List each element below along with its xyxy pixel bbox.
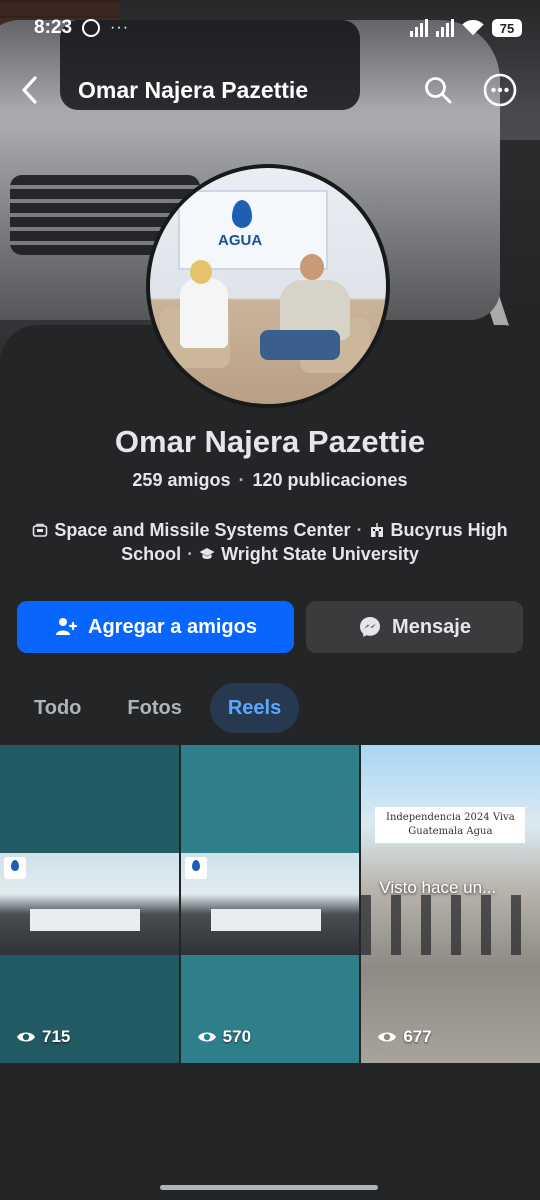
friends-count[interactable]: 259 amigos	[132, 470, 230, 490]
more-notifications-icon: ···	[110, 19, 130, 36]
whatsapp-icon	[82, 19, 101, 37]
profile-tabs: Todo Fotos Reels	[16, 683, 300, 733]
reels-grid: 715 570 Independencia 2024 Viva Guatemal…	[0, 745, 540, 1063]
reel-views: 715	[16, 1027, 70, 1047]
profile-actions: Agregar a amigos Mensaje	[17, 601, 523, 653]
reel-views: 570	[197, 1027, 251, 1047]
briefcase-icon	[33, 523, 48, 537]
search-button[interactable]	[420, 72, 456, 108]
eye-icon	[197, 1032, 216, 1042]
home-indicator[interactable]	[160, 1185, 378, 1190]
graduation-cap-icon	[199, 548, 215, 559]
reel-thumbnail	[180, 853, 360, 955]
posts-count: 120 publicaciones	[252, 470, 408, 490]
search-icon	[425, 77, 452, 104]
education: Wright State University	[221, 544, 419, 564]
add-friend-label: Agregar a amigos	[88, 615, 257, 638]
profile-stats: 259 amigos · 120 publicaciones	[132, 470, 408, 490]
reel-views: 677	[377, 1027, 432, 1047]
profile-name: Omar Najera Pazettie	[114, 424, 426, 459]
more-options-button[interactable]	[482, 72, 518, 108]
nav-title: Omar Najera Pazettie	[78, 76, 309, 103]
work-1: Space and Missile Systems Center	[54, 520, 351, 540]
add-friend-button[interactable]: Agregar a amigos	[17, 601, 294, 653]
back-arrow-icon	[22, 76, 37, 104]
back-button[interactable]	[0, 62, 60, 118]
banner-text: AGUA	[218, 232, 263, 249]
battery-indicator: 75	[492, 19, 522, 37]
message-button[interactable]: Mensaje	[306, 601, 523, 653]
add-friend-icon	[56, 618, 78, 635]
wifi-icon	[462, 20, 484, 36]
message-label: Mensaje	[392, 615, 471, 638]
agua-logo	[184, 857, 207, 879]
messenger-icon	[360, 617, 381, 637]
status-bar: 8:23 ··· 75	[0, 0, 540, 56]
agua-logo	[4, 857, 26, 879]
eye-icon	[378, 1032, 397, 1042]
signal-icon	[410, 19, 428, 37]
status-time: 8:23	[34, 17, 73, 38]
tab-reels[interactable]: Reels	[209, 683, 300, 733]
tab-fotos[interactable]: Fotos	[109, 683, 199, 733]
profile-avatar[interactable]: AGUA	[146, 164, 390, 408]
profile-details: Space and Missile Systems Center · Bucyrus…	[30, 518, 510, 566]
more-icon	[483, 73, 517, 107]
reel-item[interactable]: Independencia 2024 Viva Guatemala Agua V…	[361, 745, 540, 1063]
signal-icon-2	[436, 19, 454, 37]
reel-thumbnail	[0, 853, 179, 955]
reel-caption: Independencia 2024 Viva Guatemala Agua	[375, 807, 526, 843]
reel-item[interactable]: 715	[0, 745, 179, 1063]
person-woman	[180, 278, 228, 348]
reel-item[interactable]: 570	[180, 745, 360, 1063]
water-drop-logo	[232, 200, 252, 228]
eye-icon	[17, 1032, 35, 1042]
tab-todo[interactable]: Todo	[16, 683, 99, 733]
school-icon	[370, 523, 383, 537]
top-navigation: Omar Najera Pazettie	[0, 62, 540, 118]
reel-overlay-text: Visto hace un...	[379, 878, 497, 897]
